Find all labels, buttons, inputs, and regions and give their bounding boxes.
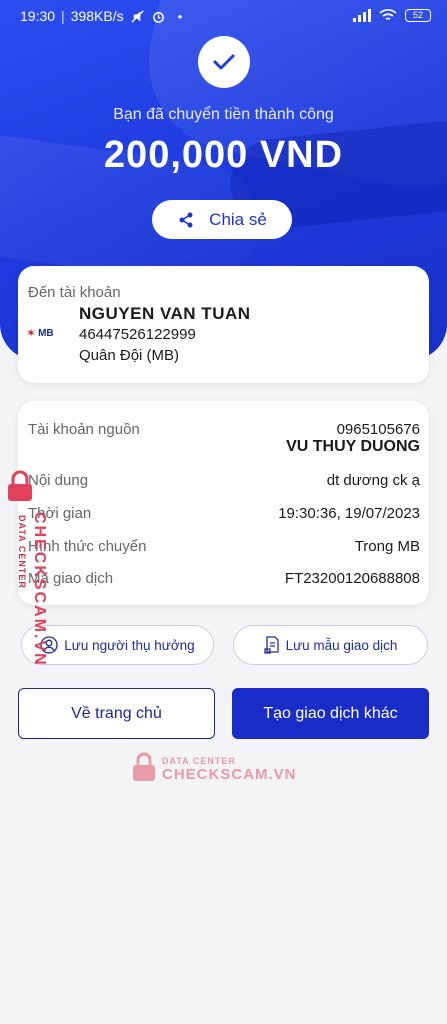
transfer-amount: 200,000 VND — [103, 134, 344, 176]
transaction-id-value: FT23200120688808 — [284, 570, 420, 587]
save-beneficiary-button[interactable]: Lưu người thụ hưởng — [21, 625, 214, 665]
status-bar: 19:30 | 398KB/s ● 52 — [0, 0, 447, 34]
method-value: Trong MB — [354, 538, 420, 555]
source-account: 0965105676 — [336, 421, 420, 438]
watermark-brand: CHECKSCAM.VN — [31, 512, 48, 667]
watermark-sub: DATA CENTER — [17, 515, 27, 589]
battery-icon: 52 — [405, 8, 431, 22]
content-row: Nội dung dt dương ck ạ — [28, 472, 420, 489]
recipient-account: 46447526122999 — [79, 326, 196, 343]
home-button[interactable]: Về trang chủ — [18, 688, 215, 739]
destination-card: Đến tài khoản ✶ MB NGUYEN VAN TUAN 46447… — [18, 266, 429, 383]
separator: | — [61, 8, 65, 24]
method-row: Hình thức chuyển Trong MB — [28, 538, 420, 555]
lock-icon — [8, 470, 32, 501]
bank-logo-text: MB — [38, 327, 54, 339]
document-icon — [263, 636, 279, 654]
status-right: 52 — [353, 8, 431, 22]
success-check-icon — [198, 36, 250, 88]
watermark-center-sub: DATA CENTER — [162, 756, 236, 766]
mute-icon — [130, 9, 144, 23]
source-name: VU THUY DUONG — [286, 438, 420, 455]
save-template-button[interactable]: Lưu mẫu giao dịch — [233, 625, 428, 665]
transaction-details-card: Tài khoản nguồn 0965105676 VU THUY DUONG… — [18, 401, 429, 605]
watermark-center-brand: CHECKSCAM.VN — [162, 766, 297, 783]
share-label: Chia sẻ — [209, 209, 267, 229]
time-row: Thời gian 19:30:36, 19/07/2023 — [28, 505, 420, 522]
clock: 19:30 — [20, 8, 56, 24]
new-transaction-button[interactable]: Tạo giao dịch khác — [232, 688, 429, 739]
content-value: dt dương ck ạ — [326, 472, 420, 489]
destination-label: Đến tài khoản — [28, 284, 121, 301]
watermark-side: DATA CENTER CHECKSCAM.VN — [4, 470, 48, 670]
share-icon — [179, 212, 193, 227]
status-left: 19:30 | 398KB/s ● — [20, 8, 182, 24]
source-account-row: Tài khoản nguồn 0965105676 — [28, 421, 420, 438]
save-beneficiary-label: Lưu người thụ hưởng — [64, 637, 195, 653]
source-label: Tài khoản nguồn — [28, 421, 140, 438]
bank-logo: ✶ MB — [26, 326, 54, 340]
watermark-center: DATA CENTER CHECKSCAM.VN — [132, 750, 296, 786]
recipient-name: NGUYEN VAN TUAN — [79, 304, 251, 323]
save-template-label: Lưu mẫu giao dịch — [285, 637, 398, 653]
lock-icon — [133, 752, 155, 781]
transaction-id-row: Mã giao dịch FT23200120688808 — [28, 570, 420, 587]
recipient-bank: Quân Đội (MB) — [79, 347, 180, 364]
notification-dot-icon: ● — [177, 11, 183, 21]
share-button[interactable]: Chia sẻ — [152, 200, 292, 239]
mb-star-icon: ✶ — [26, 326, 37, 340]
signal-icon — [353, 8, 371, 22]
success-message: Bạn đã chuyển tiền thành công — [113, 106, 334, 123]
wifi-icon — [379, 9, 397, 20]
alarm-icon — [152, 11, 164, 23]
network-speed: 398KB/s — [70, 8, 124, 24]
time-value: 19:30:36, 19/07/2023 — [278, 505, 420, 522]
